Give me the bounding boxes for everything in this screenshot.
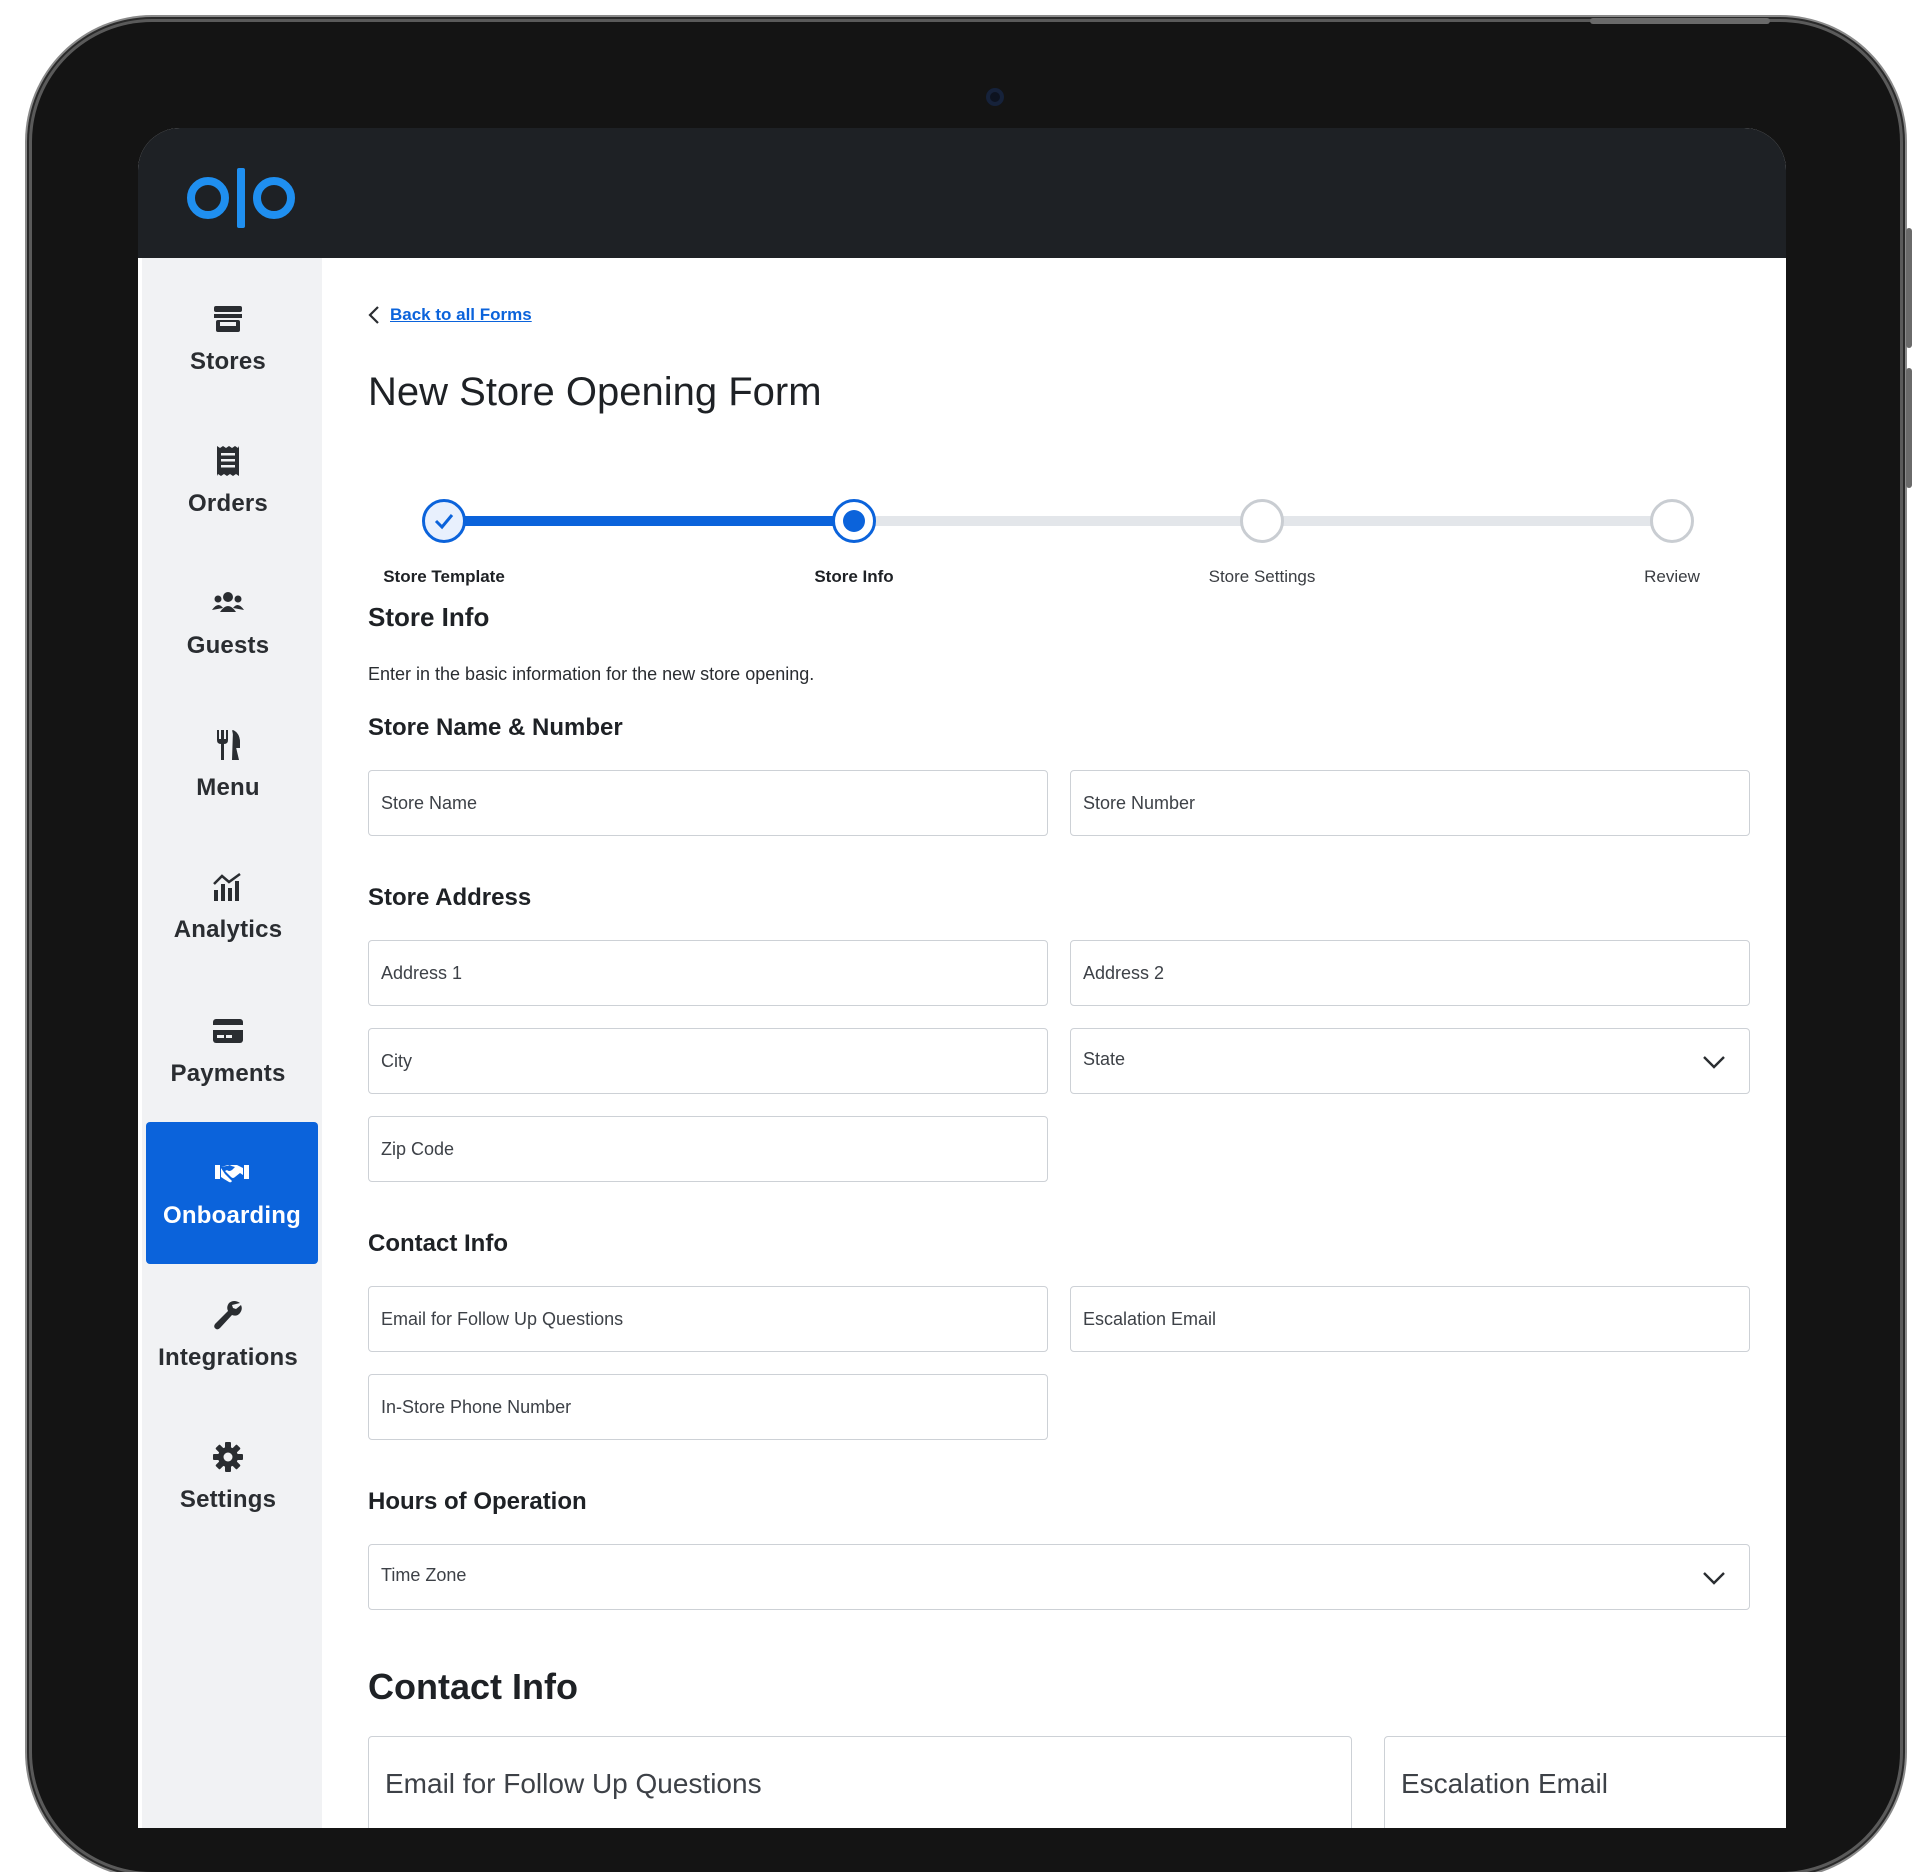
- zoomed-contact-info-heading: Contact Info: [368, 1666, 578, 1707]
- store-name-input[interactable]: [369, 771, 1047, 835]
- store-name-number-heading: Store Name & Number: [368, 714, 623, 741]
- chevron-left-icon: [368, 306, 379, 324]
- power-button: [1590, 18, 1770, 24]
- gear-icon: [211, 1440, 245, 1474]
- receipt-icon: [211, 444, 245, 478]
- escalation-email-input[interactable]: [1071, 1287, 1749, 1351]
- sidebar-item-label: Menu: [196, 774, 260, 801]
- sidebar-item-analytics[interactable]: Analytics: [142, 836, 314, 978]
- city-field: [368, 1028, 1048, 1094]
- sidebar-item-stores[interactable]: Stores: [142, 268, 314, 410]
- progress-stepper: Store Template Store Info Store Settings…: [368, 473, 1768, 586]
- back-to-forms-link[interactable]: Back to all Forms: [390, 305, 532, 325]
- step-label-review: Review: [1644, 567, 1700, 586]
- sidebar: Stores Orders Guests Menu Analytics Paym…: [142, 258, 322, 1828]
- address2-input[interactable]: [1071, 941, 1749, 1005]
- analytics-icon: [211, 870, 245, 904]
- utensils-icon: [211, 728, 245, 762]
- step-store-info[interactable]: [832, 499, 876, 543]
- wrench-icon: [211, 1298, 245, 1332]
- sidebar-item-label: Analytics: [173, 916, 283, 943]
- followup-email-input[interactable]: [369, 1287, 1047, 1351]
- timezone-select-label: Time Zone: [381, 1565, 467, 1585]
- sidebar-item-settings[interactable]: Settings: [142, 1406, 314, 1548]
- checkmark-icon: [434, 514, 454, 530]
- followup-email-field: [368, 1286, 1048, 1352]
- page-title: New Store Opening Form: [368, 370, 822, 414]
- section-description: Enter in the basic information for the n…: [368, 664, 815, 684]
- sidebar-item-label: Settings: [179, 1486, 277, 1513]
- sidebar-item-label: Guests: [186, 632, 270, 659]
- store-icon: [211, 302, 245, 336]
- store-address-heading: Store Address: [368, 884, 532, 911]
- store-name-field: [368, 770, 1048, 836]
- timezone-select[interactable]: Time Zone: [368, 1544, 1750, 1610]
- city-input[interactable]: [369, 1029, 1047, 1093]
- sidebar-item-orders[interactable]: Orders: [142, 410, 314, 552]
- zip-field: [368, 1116, 1048, 1182]
- state-select-label: State: [1083, 1049, 1126, 1069]
- sidebar-item-guests[interactable]: Guests: [142, 552, 314, 694]
- phone-field: [368, 1374, 1048, 1440]
- screen: Stores Orders Guests Menu Analytics Paym…: [138, 128, 1786, 1828]
- step-store-settings[interactable]: [1240, 499, 1284, 543]
- sidebar-item-label: Onboarding: [163, 1202, 301, 1229]
- sidebar-item-menu[interactable]: Menu: [142, 694, 314, 836]
- step-label-store-template: Store Template: [383, 567, 505, 586]
- sidebar-item-label: Payments: [170, 1060, 286, 1087]
- sidebar-item-label: Orders: [188, 490, 268, 517]
- handshake-icon: [215, 1156, 249, 1190]
- sidebar-item-label: Integrations: [158, 1344, 298, 1371]
- chevron-down-icon: [1703, 1056, 1725, 1069]
- state-select[interactable]: State: [1070, 1028, 1750, 1094]
- sidebar-item-label: Stores: [190, 348, 266, 375]
- address2-field: [1070, 940, 1750, 1006]
- contact-info-heading: Contact Info: [368, 1230, 508, 1257]
- address1-input[interactable]: [369, 941, 1047, 1005]
- volume-down-button: [1906, 368, 1912, 488]
- store-number-field: [1070, 770, 1750, 836]
- phone-input[interactable]: [369, 1375, 1047, 1439]
- top-bar: [138, 128, 1786, 258]
- sidebar-item-integrations[interactable]: Integrations: [142, 1264, 314, 1406]
- step-label-store-settings: Store Settings: [1208, 567, 1316, 586]
- camera-icon: [986, 88, 1004, 106]
- store-number-input[interactable]: [1071, 771, 1749, 835]
- credit-card-icon: [211, 1014, 245, 1048]
- step-store-template[interactable]: [422, 499, 466, 543]
- step-label-store-info: Store Info: [814, 567, 894, 586]
- olo-logo: [187, 168, 295, 228]
- zoomed-escalation-email-input[interactable]: [1385, 1737, 1786, 1828]
- sidebar-item-payments[interactable]: Payments: [142, 980, 314, 1122]
- users-icon: [211, 586, 245, 620]
- breadcrumb: Back to all Forms: [368, 300, 532, 330]
- stepper-track-complete: [444, 516, 854, 526]
- chevron-down-icon: [1703, 1572, 1725, 1585]
- address1-field: [368, 940, 1048, 1006]
- zoomed-followup-email-field: [368, 1736, 1352, 1828]
- section-title: Store Info: [368, 602, 490, 632]
- zoomed-followup-email-input[interactable]: [369, 1737, 1351, 1828]
- volume-up-button: [1906, 228, 1912, 348]
- main-content: Back to all Forms New Store Opening Form…: [368, 258, 1786, 1828]
- zip-input[interactable]: [369, 1117, 1047, 1181]
- escalation-email-field: [1070, 1286, 1750, 1352]
- hours-heading: Hours of Operation: [368, 1488, 587, 1515]
- zoomed-escalation-email-field: [1384, 1736, 1786, 1828]
- sidebar-item-onboarding[interactable]: Onboarding: [146, 1122, 318, 1264]
- step-review[interactable]: [1650, 499, 1694, 543]
